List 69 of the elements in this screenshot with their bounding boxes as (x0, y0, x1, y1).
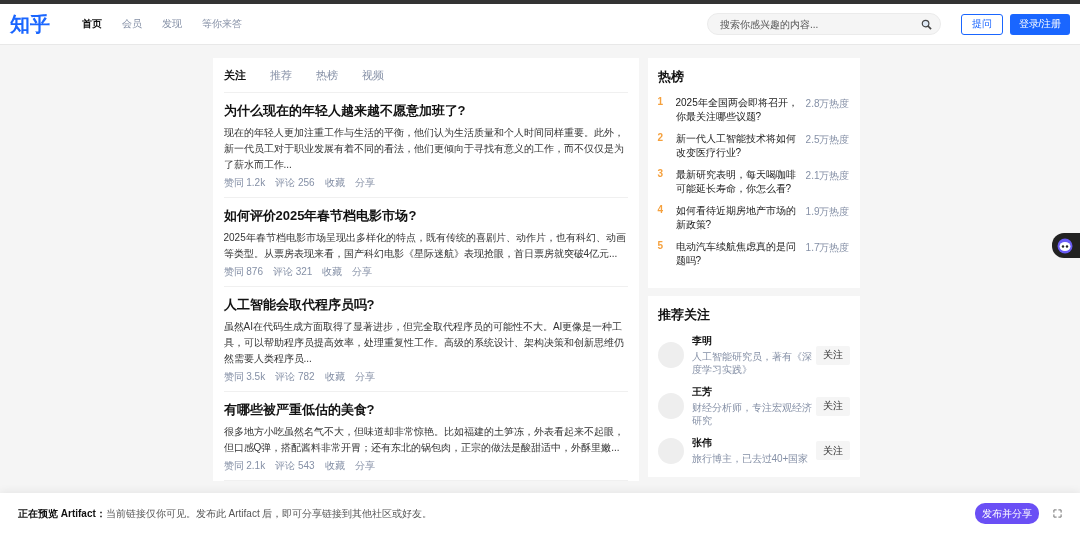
rank-number: 3 (657, 168, 665, 179)
card-title: 热榜 (657, 69, 685, 86)
search-field[interactable]: 搜索你感兴趣的内容... (707, 13, 941, 35)
robot-icon (1057, 237, 1073, 254)
nav-link[interactable]: 会员 (122, 17, 142, 31)
hot-topic-title[interactable]: 如何看待近期房地产市场的新政策? (675, 204, 805, 232)
assistant-button[interactable] (1052, 233, 1080, 258)
hot-topic-title[interactable]: 新一代人工智能技术将如何改变医疗行业? (675, 132, 805, 160)
nav-link[interactable]: 等你来答 (202, 17, 242, 31)
follow-button[interactable]: 关注 (815, 345, 850, 365)
article-excerpt: 很多地方小吃虽然名气不大，但味道却非常惊艳。比如福建的土笋冻，外表看起来不起眼，但口感Q弹，搭配酱料非常开胃；还有东北的锅包肉，正宗的做法是酸甜适中，外酥里嫩... (223, 425, 625, 455)
article-action[interactable]: 分享 (352, 265, 373, 279)
ask-button[interactable]: 提问 (961, 13, 1003, 35)
user-bio: 财经分析师，专注宏观经济研究 (691, 401, 812, 427)
article-excerpt: 2025年春节档电影市场呈现出多样化的特点，既有传统的喜剧片、动作片，也有科幻、动画等类型。从票房表现来看，国产科幻电影《星际迷航》表现抢眼，首日票房就突破4亿元... (223, 231, 627, 261)
article-title[interactable]: 如何评价2025年春节档电影市场? (223, 207, 628, 225)
article-action[interactable]: 分享 (354, 370, 375, 384)
article-title[interactable]: 有哪些被严重低估的美食? (223, 401, 628, 419)
heat-count: 2.8万热度 (805, 97, 850, 111)
card-title: 推荐关注 (657, 307, 711, 324)
rank-number: 5 (657, 240, 665, 251)
nav-link[interactable]: 首页 (82, 17, 102, 31)
rank-number: 2 (657, 132, 665, 143)
hot-topic-title[interactable]: 电动汽车续航焦虑真的是问题吗? (675, 240, 805, 268)
search-icon[interactable] (921, 18, 932, 30)
search-input[interactable]: 搜索你感兴趣的内容... (718, 17, 921, 31)
feed-tab[interactable]: 热榜 (315, 67, 362, 83)
feed-tab[interactable]: 关注 (223, 67, 270, 83)
article-action[interactable]: 赞同 3.5k (223, 370, 266, 384)
follow-button[interactable]: 关注 (815, 441, 850, 460)
feed-tab[interactable]: 推荐 (269, 67, 316, 83)
heat-count: 2.1万热度 (805, 169, 850, 183)
login-button[interactable]: 登录/注册 (1010, 13, 1070, 35)
article-action[interactable]: 赞同 876 (223, 265, 263, 279)
rank-number: 1 (657, 96, 665, 107)
user-name[interactable]: 王芳 (691, 385, 812, 399)
article-action[interactable]: 收藏 (322, 265, 343, 279)
article-action[interactable]: 评论 321 (272, 265, 313, 279)
hot-topic-title[interactable]: 最新研究表明，每天喝咖啡可能延长寿命，你怎么看? (675, 168, 805, 196)
article-excerpt: 虽然AI在代码生成方面取得了显著进步，但完全取代程序员的可能性不大。AI更像是一种工具，可以帮助程序员提高效率，处理重复性工作。高级的系统设计、架构决策和创新思维仍然需要人类程序员... (223, 320, 625, 366)
logo[interactable]: 知乎 (10, 10, 82, 38)
feed-tab[interactable]: 视频 (361, 67, 408, 83)
article-title[interactable]: 人工智能会取代程序员吗? (223, 296, 628, 314)
user-name[interactable]: 张伟 (691, 436, 812, 450)
heat-count: 1.7万热度 (805, 241, 850, 255)
heat-count: 2.5万热度 (805, 133, 850, 147)
preview-message: 当前链接仅你可见。发布此 Artifact 后，即可分享链接到其他社区或好友。 (105, 506, 433, 521)
article-action[interactable]: 评论 543 (275, 459, 315, 473)
article-title[interactable]: 为什么现在的年轻人越来越不愿意加班了? (223, 102, 628, 120)
article-action[interactable]: 收藏 (324, 370, 345, 384)
article-action[interactable]: 收藏 (324, 176, 345, 190)
publish-button[interactable]: 发布并分享 (975, 503, 1039, 524)
rank-number: 4 (657, 204, 665, 215)
article-action[interactable]: 赞同 2.1k (223, 459, 266, 473)
article-excerpt: 现在的年轻人更加注重工作与生活的平衡，他们认为生活质量和个人时间同样重要。此外，新一代员工对于职业发展有着不同的看法，他们更倾向于寻找有意义的工作，而不仅仅是为了薪水而工作... (223, 126, 625, 172)
article-action[interactable]: 分享 (354, 459, 375, 473)
follow-button[interactable]: 关注 (815, 396, 850, 416)
user-bio: 旅行博主，已去过40+国家 (691, 452, 810, 465)
user-bio: 人工智能研究员，著有《深度学习实践》 (691, 350, 812, 376)
article-action[interactable]: 分享 (354, 176, 375, 190)
nav-link[interactable]: 发现 (162, 17, 182, 31)
preview-label: 正在预览 Artifact： (18, 506, 106, 521)
heat-count: 1.9万热度 (805, 205, 850, 219)
article-action[interactable]: 评论 782 (275, 370, 315, 384)
hot-topic-title[interactable]: 2025年全国两会即将召开，你最关注哪些议题? (675, 96, 805, 124)
article-action[interactable]: 评论 256 (275, 176, 315, 190)
article-action[interactable]: 收藏 (324, 459, 345, 473)
article-action[interactable]: 赞同 1.2k (223, 176, 266, 190)
user-name[interactable]: 李明 (691, 334, 812, 348)
